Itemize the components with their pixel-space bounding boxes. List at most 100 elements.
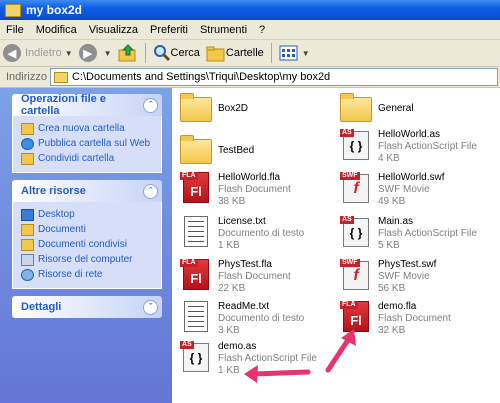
file-name: PhysTest.swf (378, 259, 437, 270)
search-icon (153, 45, 170, 62)
file-folder-tasks-panel: Operazioni file e cartella ˆ Crea nuova … (12, 93, 162, 173)
back-arrow-icon: ◀ (3, 44, 21, 62)
file-item[interactable]: Fl FLA PhysTest.fla Flash Document 22 KB (180, 259, 291, 295)
views-button[interactable]: ▼ (276, 42, 313, 64)
place-link-desktop[interactable]: Desktop (21, 207, 161, 222)
computer-icon (21, 253, 34, 266)
shared-folder-icon (21, 152, 34, 165)
menu-file[interactable]: File (0, 24, 30, 36)
file-name: General (378, 103, 414, 114)
file-item[interactable]: Box2D (180, 93, 248, 125)
folders-button[interactable]: Cartelle (203, 42, 267, 64)
file-type: SWF Movie (378, 184, 430, 195)
toolbar: ◀ Indietro ▼ ▶ ▼ Cerca Cartelle ▼ (0, 40, 500, 67)
actionscript-file-icon: { } AS (180, 341, 212, 373)
file-item[interactable]: { } AS Main.as Flash ActionScript File 5 KB (340, 216, 477, 252)
window-title: my box2d (26, 3, 83, 17)
link-label: Pubblica cartella sul Web (38, 138, 151, 149)
menu-edit[interactable]: Modifica (30, 24, 83, 36)
collapse-chevron-icon[interactable]: ˆ (143, 97, 158, 113)
menu-bar: File Modifica Visualizza Preferiti Strum… (0, 20, 500, 40)
file-item[interactable]: General (340, 93, 414, 125)
folder-icon (5, 3, 21, 17)
file-type: Flash Document (378, 313, 451, 324)
file-size: 5 KB (378, 240, 400, 251)
text-document-icon (180, 301, 212, 333)
views-icon (279, 45, 298, 61)
swf-movie-icon: f SWF (340, 172, 372, 204)
flash-document-icon: Fl FLA (180, 172, 212, 204)
annotation-arrow-icon (244, 365, 311, 383)
file-item[interactable]: ReadMe.txt Documento di testo 3 KB (180, 301, 304, 337)
place-link-my-computer[interactable]: Risorse del computer (21, 252, 161, 267)
search-button[interactable]: Cerca (150, 42, 203, 64)
globe-icon (21, 137, 34, 150)
file-size: 49 KB (378, 196, 406, 207)
details-panel: Dettagli ˇ (12, 296, 162, 318)
panel-header[interactable]: Operazioni file e cartella ˆ (12, 93, 162, 117)
link-label: Desktop (38, 209, 75, 220)
panel-header[interactable]: Dettagli ˇ (12, 296, 162, 318)
link-label: Crea nuova cartella (38, 123, 125, 134)
task-link-share-folder[interactable]: Condividi cartella (21, 151, 161, 166)
link-label: Condividi cartella (38, 153, 115, 164)
chevron-down-icon: ▼ (301, 48, 310, 58)
chevron-down-icon: ▼ (103, 48, 112, 58)
file-size: 32 KB (378, 325, 406, 336)
address-label: Indirizzo (6, 71, 47, 83)
file-item[interactable]: License.txt Documento di testo 1 KB (180, 216, 304, 252)
place-link-network[interactable]: Risorse di rete (21, 267, 161, 282)
task-link-new-folder[interactable]: Crea nuova cartella (21, 121, 161, 136)
task-pane: Operazioni file e cartella ˆ Crea nuova … (0, 88, 172, 403)
menu-tools[interactable]: Strumenti (194, 24, 253, 36)
folder-icon (53, 71, 68, 83)
back-button[interactable]: ◀ Indietro ▼ (0, 42, 76, 64)
back-label: Indietro (25, 47, 62, 59)
file-item[interactable]: Fl FLA HelloWorld.fla Flash Document 38 KB (180, 172, 291, 208)
file-name: demo.fla (378, 301, 417, 312)
title-bar[interactable]: my box2d (0, 0, 500, 20)
file-size: 4 KB (378, 153, 400, 164)
task-link-publish-web[interactable]: Pubblica cartella sul Web (21, 136, 161, 151)
menu-favorites[interactable]: Preferiti (144, 24, 194, 36)
actionscript-file-icon: { } AS (340, 216, 372, 248)
file-name: HelloWorld.as (378, 129, 441, 140)
file-name: PhysTest.fla (218, 259, 272, 270)
panel-title: Dettagli (21, 301, 62, 313)
file-type: Flash Document (218, 271, 291, 282)
file-name: Main.as (378, 216, 414, 227)
other-places-panel: Altre risorse ˆ Desktop Documenti Docume… (12, 180, 162, 289)
file-size: 3 KB (218, 325, 240, 336)
file-item[interactable]: f SWF HelloWorld.swf SWF Movie 49 KB (340, 172, 445, 208)
address-field[interactable]: C:\Documents and Settings\Triqui\Desktop… (49, 68, 498, 86)
place-link-shared-documents[interactable]: Documenti condivisi (21, 237, 161, 252)
chevron-down-icon: ▼ (64, 48, 73, 58)
up-folder-icon (118, 44, 136, 62)
menu-view[interactable]: Visualizza (83, 24, 144, 36)
file-name: HelloWorld.swf (378, 172, 445, 183)
file-list: Box2D General TestBed { } AS HelloWorld.a… (172, 88, 500, 403)
panel-header[interactable]: Altre risorse ˆ (12, 180, 162, 202)
folder-icon (180, 135, 212, 167)
file-type: Documento di testo (218, 228, 305, 239)
file-item[interactable]: TestBed (180, 135, 254, 167)
menu-help[interactable]: ? (253, 24, 271, 36)
toolbar-separator (270, 43, 272, 63)
collapse-chevron-icon[interactable]: ˆ (143, 183, 158, 199)
expand-chevron-icon[interactable]: ˇ (143, 299, 158, 315)
place-link-documents[interactable]: Documenti (21, 222, 161, 237)
forward-button[interactable]: ▶ ▼ (76, 42, 115, 64)
file-item[interactable]: f SWF PhysTest.swf SWF Movie 56 KB (340, 259, 436, 295)
panel-body: Crea nuova cartella Pubblica cartella su… (12, 116, 162, 173)
file-size: 56 KB (378, 283, 406, 294)
up-folder-button[interactable] (115, 42, 141, 64)
file-type: Flash ActionScript File (378, 141, 477, 152)
file-name: demo.as (218, 341, 257, 352)
link-label: Risorse del computer (38, 254, 133, 265)
link-label: Risorse di rete (38, 269, 103, 280)
link-label: Documenti (38, 224, 86, 235)
file-item[interactable]: { } AS HelloWorld.as Flash ActionScript Fi… (340, 129, 477, 165)
toolbar-separator (144, 43, 146, 63)
file-name: License.txt (218, 216, 266, 227)
file-type: Documento di testo (218, 313, 305, 324)
